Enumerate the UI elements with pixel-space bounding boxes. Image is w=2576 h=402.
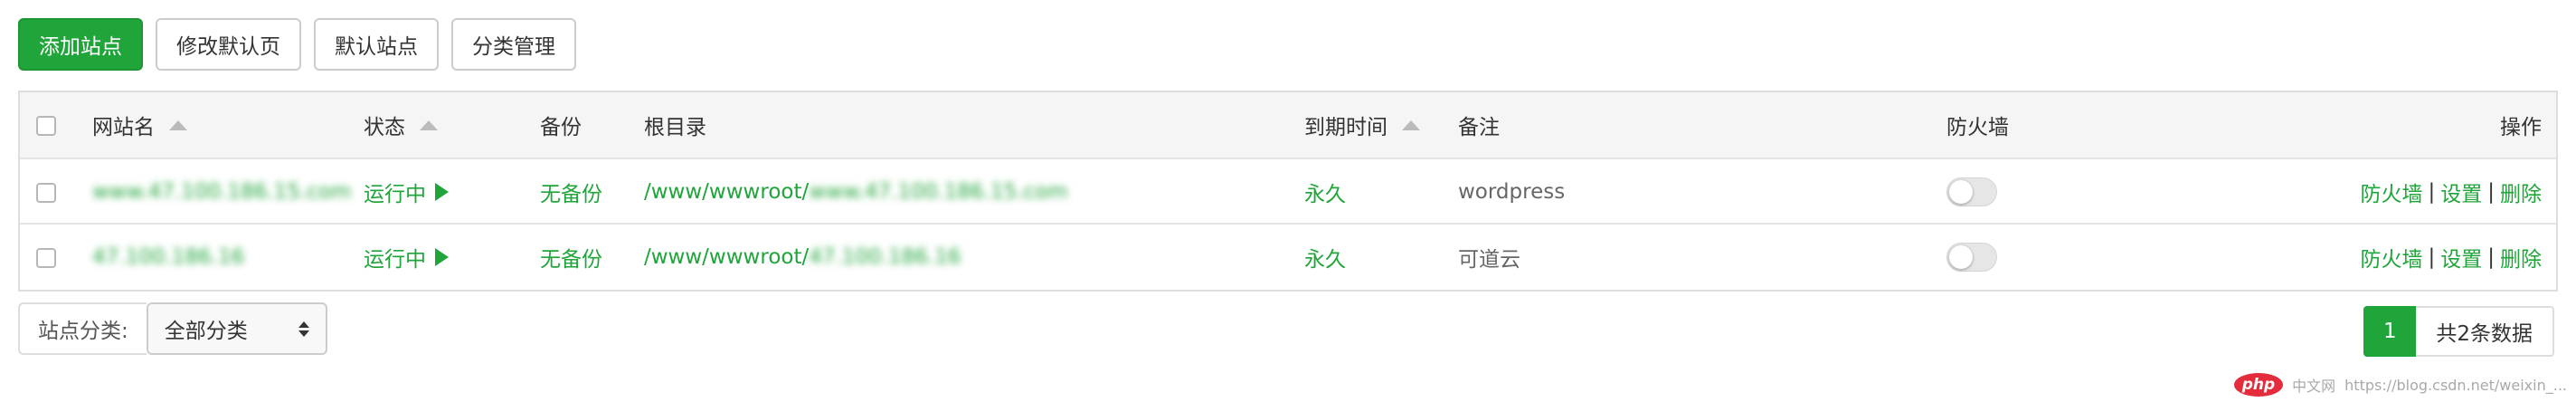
header-remark-label: 备注 [1458, 116, 1500, 139]
root-dir-link[interactable]: /www/wwwroot/47.100.186.16 [644, 225, 961, 290]
pagination: 1 共2条数据 [2363, 306, 2554, 357]
remark-text[interactable]: 可道云 [1458, 225, 1520, 290]
root-dir-suffix: 47.100.186.16 [809, 245, 961, 269]
toggle-knob [1949, 180, 1973, 204]
separator: | [2428, 180, 2436, 204]
expire-link[interactable]: 永久 [1304, 225, 1346, 290]
total-count: 共2条数据 [2416, 306, 2554, 357]
php-logo: php [2233, 373, 2284, 397]
table-header: 网站名 状态 备份 根目录 到期时间 备注 防火墙 操作 [20, 92, 2556, 159]
sort-asc-icon[interactable] [1402, 120, 1420, 130]
category-manage-button[interactable]: 分类管理 [451, 18, 576, 71]
separator: | [2487, 245, 2495, 269]
add-site-button[interactable]: 添加站点 [18, 18, 143, 71]
delete-action-link[interactable]: 删除 [2500, 242, 2542, 273]
expire-link[interactable]: 永久 [1304, 159, 1346, 225]
remark-text[interactable]: wordpress [1458, 159, 1565, 225]
status-toggle[interactable]: 运行中 [364, 225, 449, 290]
header-status-label: 状态 [364, 116, 405, 139]
header-remark: 备注 [1458, 92, 1500, 158]
category-selected-value: 全部分类 [164, 320, 248, 343]
row-actions: 防火墙 | 设置 | 删除 [2361, 225, 2543, 290]
status-toggle[interactable]: 运行中 [364, 159, 449, 225]
status-label: 运行中 [364, 248, 426, 272]
firewall-action-link[interactable]: 防火墙 [2361, 242, 2423, 273]
category-label: 站点分类: [18, 302, 147, 355]
settings-action-link[interactable]: 设置 [2440, 177, 2482, 207]
firewall-cell [1946, 159, 1997, 225]
toggle-knob [1949, 245, 1973, 269]
header-status[interactable]: 状态 [364, 92, 438, 158]
header-expire-time[interactable]: 到期时间 [1304, 92, 1420, 158]
firewall-toggle[interactable] [1946, 243, 1997, 272]
select-arrows-icon [298, 321, 309, 337]
watermark: php 中文网 https://blog.csdn.net/weixin_... [2233, 373, 2567, 397]
backup-link[interactable]: 无备份 [540, 225, 602, 290]
separator: | [2487, 180, 2495, 204]
header-firewall-label: 防火墙 [1946, 116, 2009, 139]
root-dir-suffix: www.47.100.186.15.com [809, 180, 1068, 204]
watermark-site: 中文网 [2292, 378, 2336, 395]
header-backup: 备份 [540, 92, 582, 158]
category-filter: 站点分类: 全部分类 [18, 302, 327, 355]
table-row: 47.100.186.16 运行中 无备份 /www/wwwroot/47.10… [20, 223, 2556, 290]
page-current[interactable]: 1 [2363, 306, 2417, 357]
status-label: 运行中 [364, 183, 426, 206]
root-dir-prefix: /www/wwwroot/ [644, 245, 810, 269]
header-root-dir: 根目录 [644, 92, 706, 158]
site-name-link[interactable]: www.47.100.186.15.com [92, 159, 351, 225]
select-all-cell [20, 92, 56, 158]
header-actions: 操作 [2500, 92, 2542, 158]
sort-asc-icon[interactable] [169, 120, 187, 130]
row-checkbox[interactable] [36, 183, 56, 203]
watermark-url: https://blog.csdn.net/weixin_... [2344, 376, 2567, 394]
firewall-action-link[interactable]: 防火墙 [2361, 177, 2423, 207]
table-row: www.47.100.186.15.com 运行中 无备份 /www/wwwro… [20, 158, 2556, 225]
header-root-dir-label: 根目录 [644, 116, 706, 139]
header-backup-label: 备份 [540, 116, 582, 139]
play-icon [435, 183, 449, 201]
select-all-checkbox[interactable] [36, 116, 56, 136]
header-firewall: 防火墙 [1946, 92, 2009, 158]
category-select[interactable]: 全部分类 [146, 302, 327, 355]
header-site-name[interactable]: 网站名 [92, 92, 187, 158]
header-actions-label: 操作 [2500, 116, 2542, 139]
header-site-name-label: 网站名 [92, 116, 155, 139]
firewall-toggle[interactable] [1946, 177, 1997, 206]
sites-table: 网站名 状态 备份 根目录 到期时间 备注 防火墙 操作 www.47.100.… [18, 91, 2558, 292]
separator: | [2428, 245, 2436, 269]
row-checkbox[interactable] [36, 248, 56, 268]
header-expire-time-label: 到期时间 [1304, 116, 1387, 139]
default-site-button[interactable]: 默认站点 [314, 18, 439, 71]
row-select-cell [20, 159, 56, 225]
firewall-cell [1946, 225, 1997, 290]
root-dir-prefix: /www/wwwroot/ [644, 180, 810, 204]
delete-action-link[interactable]: 删除 [2500, 177, 2542, 207]
settings-action-link[interactable]: 设置 [2440, 242, 2482, 273]
sort-asc-icon[interactable] [420, 120, 438, 130]
root-dir-link[interactable]: /www/wwwroot/www.47.100.186.15.com [644, 159, 1068, 225]
play-icon [435, 248, 449, 266]
row-select-cell [20, 225, 56, 290]
row-actions: 防火墙 | 设置 | 删除 [2361, 159, 2543, 225]
toolbar: 添加站点 修改默认页 默认站点 分类管理 [18, 18, 576, 72]
backup-link[interactable]: 无备份 [540, 159, 602, 225]
edit-default-page-button[interactable]: 修改默认页 [156, 18, 301, 71]
site-name-link[interactable]: 47.100.186.16 [92, 225, 244, 290]
